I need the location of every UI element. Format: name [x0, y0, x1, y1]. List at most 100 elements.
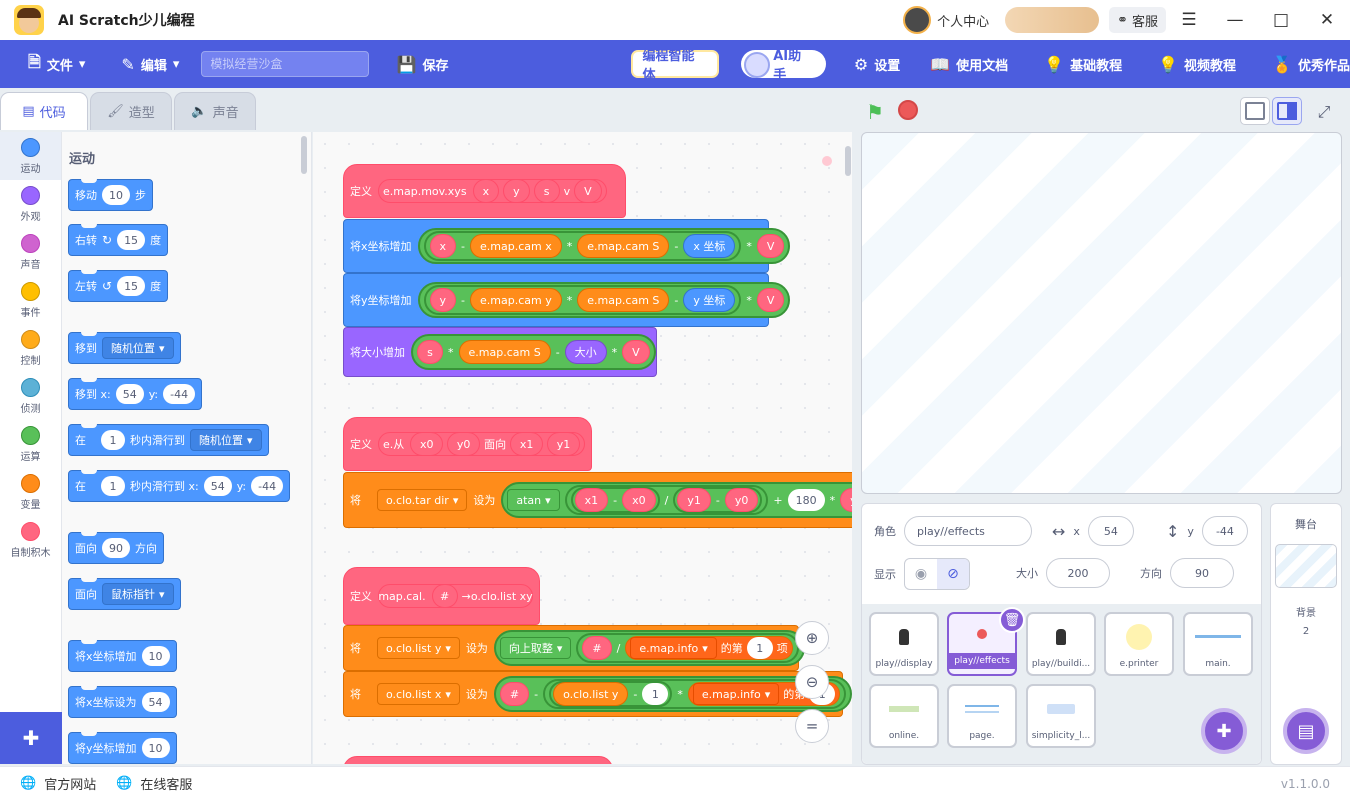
sprite-x-input[interactable]: 54	[1087, 516, 1134, 546]
block-input[interactable]: 15	[117, 230, 146, 250]
file-menu[interactable]: 🗎 文件 ▾	[28, 51, 85, 78]
showcase-menu[interactable]: 🏅 优秀作品	[1272, 55, 1350, 74]
minimize-icon[interactable]: —	[1212, 0, 1258, 40]
add-backdrop-button[interactable]: ▤	[1283, 708, 1329, 754]
stage-canvas[interactable]	[861, 132, 1342, 494]
project-title-input[interactable]: 模拟经营沙盒	[201, 51, 369, 77]
block-turn-left[interactable]: 左转 ↺ 15 度	[68, 270, 169, 302]
param-reporter[interactable]: y	[429, 288, 457, 312]
category-motion[interactable]: 运动	[0, 132, 61, 180]
zoom-reset-button[interactable]: =	[795, 709, 829, 743]
block-input[interactable]: -44	[163, 384, 196, 404]
code-workspace[interactable]: 定义 e.map.mov.xys x y s v V 将x坐标增加 x - e.…	[313, 132, 852, 764]
param-reporter[interactable]: x1	[574, 488, 609, 512]
account-pill[interactable]	[1005, 7, 1100, 33]
sprite-direction-input[interactable]: 90	[1170, 558, 1234, 588]
param-reporter[interactable]: #	[499, 682, 530, 706]
param-reporter[interactable]: #	[582, 636, 612, 660]
customer-service-button[interactable]: ⚭ 客服	[1109, 7, 1166, 33]
user-avatar[interactable]	[903, 6, 932, 34]
hamburger-menu-icon[interactable]: ☰	[1166, 0, 1212, 40]
motion-reporter[interactable]: y 坐标	[683, 288, 736, 312]
sprite-tile[interactable]: play//buildi...	[1026, 612, 1096, 676]
param-reporter[interactable]: s	[533, 179, 560, 203]
block-set-x[interactable]: 将x坐标设为 54	[68, 686, 177, 718]
normal-stage-icon[interactable]	[1272, 97, 1302, 125]
add-extension-button[interactable]: ✚	[0, 712, 62, 764]
list-dropdown[interactable]: e.map.info ▾	[630, 637, 717, 659]
block-change-x-by[interactable]: 将x坐标增加 x - e.map.cam x * e.map.cam S - x…	[343, 219, 791, 273]
official-website-link[interactable]: 🌐 官方网站	[20, 774, 96, 793]
category-my-blocks[interactable]: 自制积木	[0, 516, 61, 564]
block-change-size-by[interactable]: 将大小增加 s * e.map.cam S - 大小 * V	[343, 327, 657, 377]
video-tutorial-menu[interactable]: 💡 视频教程	[1158, 55, 1236, 74]
number-input[interactable]: 1	[642, 683, 669, 705]
maximize-icon[interactable]: □	[1258, 0, 1304, 40]
category-looks[interactable]: 外观	[0, 180, 61, 228]
operator-subtract[interactable]: y1 - y0	[673, 487, 763, 513]
eye-slash-icon[interactable]: ⊘	[937, 559, 969, 589]
operator-divide[interactable]: x1 - x0 / y1 - y0	[564, 485, 769, 515]
block-input[interactable]: 54	[115, 384, 144, 404]
sprite-tile[interactable]: online.	[869, 684, 939, 748]
block-set-variable[interactable]: 将 o.clo.list y ▾ 设为 向上取整 ▾ # / e.map.info ▾…	[343, 625, 805, 671]
docs-menu[interactable]: 📖 使用文档	[930, 55, 1008, 74]
edit-menu[interactable]: ✎ 编辑 ▾	[121, 55, 179, 74]
sprite-size-input[interactable]: 200	[1046, 558, 1110, 588]
tab-code[interactable]: ▤ 代码	[0, 92, 88, 130]
category-sensing[interactable]: 侦测	[0, 372, 61, 420]
param-reporter[interactable]: y1	[547, 432, 581, 456]
operator-subtract[interactable]: o.clo.list y - 1	[549, 681, 673, 707]
block-input[interactable]: 1	[101, 476, 125, 496]
settings-menu[interactable]: ⚙ 设置	[854, 55, 900, 74]
block-dropdown[interactable]: 鼠标指针 ▾	[102, 583, 174, 605]
sprite-tile[interactable]: play//display	[869, 612, 939, 676]
block-change-x[interactable]: 将x坐标增加 10	[68, 640, 177, 672]
math-fn-dropdown[interactable]: atan ▾	[507, 489, 560, 511]
param-reporter[interactable]: x1	[510, 432, 544, 456]
param-reporter[interactable]: x0	[622, 488, 656, 512]
custom-block-prototype[interactable]: map.cal. # →o.clo.list xy	[378, 584, 533, 608]
block-dropdown[interactable]: 随机位置 ▾	[190, 429, 262, 451]
looks-reporter[interactable]: 大小	[564, 340, 607, 364]
param-reporter[interactable]: #	[431, 584, 458, 608]
block-input[interactable]: 10	[141, 646, 170, 666]
math-fn-dropdown[interactable]: 向上取整 ▾	[499, 637, 572, 659]
palette-scrollbar[interactable]	[301, 136, 307, 174]
variable-dropdown[interactable]: o.clo.list x ▾	[377, 683, 460, 705]
param-reporter[interactable]: y1	[677, 488, 711, 512]
block-input[interactable]: 10	[102, 185, 130, 205]
variable-dropdown[interactable]: o.clo.list y ▾	[377, 637, 460, 659]
operator-subtract[interactable]: x - e.map.cam x * e.map.cam S - x 坐标	[423, 231, 742, 261]
delete-sprite-button[interactable]: 🗑	[999, 607, 1025, 633]
add-sprite-button[interactable]: ✚	[1201, 708, 1247, 754]
custom-block-prototype[interactable]: e.map.mov.xys x y s v V	[378, 179, 607, 203]
define-block-face-from[interactable]: 定义 e.从 x0 y0 面向 x1 y1	[343, 417, 592, 471]
block-input[interactable]: 54	[141, 692, 170, 712]
number-input[interactable]: 180	[787, 489, 825, 511]
sprite-tile[interactable]: e.printer	[1104, 612, 1174, 676]
block-input[interactable]: 1	[101, 430, 125, 450]
param-reporter[interactable]: V	[756, 288, 785, 312]
operator-multiply[interactable]: y - e.map.cam y * e.map.cam S - y 坐标 * V	[417, 282, 791, 318]
param-reporter[interactable]: y0	[447, 432, 481, 456]
sprite-name-input[interactable]: play//effects	[904, 516, 1032, 546]
sprite-tile[interactable]: main.	[1183, 612, 1253, 676]
block-goto[interactable]: 移到 随机位置 ▾	[68, 332, 181, 364]
operator-multiply[interactable]: s * e.map.cam S - 大小 * V	[411, 334, 656, 370]
operator-subtract[interactable]: y - e.map.cam y * e.map.cam S - y 坐标	[423, 285, 742, 315]
category-sound[interactable]: 声音	[0, 228, 61, 276]
eye-icon[interactable]: ◉	[905, 559, 937, 589]
block-glide-xy[interactable]: 在 1 秒内滑行到 x: 54 y: -44	[68, 470, 291, 502]
operator-divide[interactable]: # / e.map.info ▾ 的第 1 项	[576, 633, 799, 663]
variable-dropdown[interactable]: o.clo.tar dir ▾	[377, 489, 468, 511]
block-goto-xy[interactable]: 移到 x: 54 y: -44	[68, 378, 203, 410]
variable-reporter[interactable]: e.map.cam y	[470, 288, 562, 312]
ai-helper-button[interactable]: AI助手	[741, 49, 826, 83]
block-input[interactable]: 15	[117, 276, 146, 296]
block-input[interactable]: 10	[141, 738, 170, 758]
backdrop-thumbnail[interactable]	[1275, 544, 1337, 588]
tab-sound[interactable]: 🔈 声音	[174, 92, 256, 130]
category-events[interactable]: 事件	[0, 276, 61, 324]
block-turn-right[interactable]: 右转 ↻ 15 度	[68, 224, 169, 256]
